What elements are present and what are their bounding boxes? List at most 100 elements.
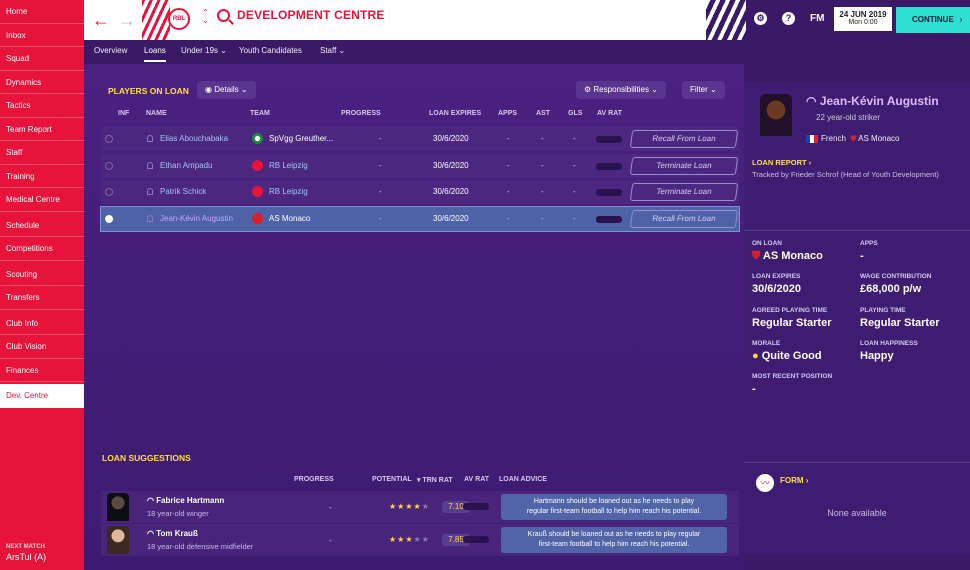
on-loan-value[interactable]: ⛊ AS Monaco [752, 250, 823, 263]
player-name[interactable]: ◠ Tom Krauß [147, 529, 198, 538]
world-icon[interactable]: ⚙ [754, 12, 767, 25]
table-row[interactable]: Elias Abouchabaka SpVgg Greuther... - 30/6/… [101, 127, 739, 151]
loan-action-button[interactable]: Recall From Loan [629, 209, 739, 228]
sidebar-item-transfers[interactable]: Transfers [0, 286, 84, 310]
tab-youth-candidates[interactable]: Youth Candidates [239, 46, 302, 55]
row-select-radio[interactable] [105, 214, 113, 223]
sug-col-av-rat[interactable]: AV RAT [464, 476, 489, 483]
page-title: DEVELOPMENT CENTRE [237, 8, 385, 22]
avatar[interactable] [107, 493, 129, 521]
tab-staff[interactable]: Staff ⌄ [320, 46, 345, 55]
tab-under-19s[interactable]: Under 19s ⌄ [181, 46, 227, 55]
loan-action-button[interactable]: Terminate Loan [629, 156, 739, 175]
col-loan-expires[interactable]: LOAN EXPIRES [429, 110, 481, 117]
team-name[interactable]: RB Leipzig [269, 161, 308, 170]
sug-col-progress[interactable]: PROGRESS [294, 476, 334, 483]
morale-icon: ● [752, 350, 759, 362]
sug-col-trn-rat[interactable]: ▾ TRN RAT [417, 476, 453, 484]
form-link[interactable]: FORM › [780, 476, 808, 485]
team-name[interactable]: SpVgg Greuther... [269, 134, 333, 143]
col-team[interactable]: TEAM [250, 110, 270, 117]
suggestion-row[interactable]: ◠ Fabrice Hartmann 18 year-old winger - ★★★… [101, 491, 739, 523]
sidebar-item-schedule[interactable]: Schedule [0, 214, 84, 237]
on-loan-field: ON LOAN ⛊ AS Monaco [752, 240, 823, 263]
row-select-radio[interactable] [105, 161, 113, 170]
player-name[interactable]: ◠ Jean-Kévin Augustin [806, 94, 939, 108]
player-name[interactable]: Patrik Schick [160, 187, 206, 196]
sug-col-potential[interactable]: POTENTIAL [372, 476, 412, 483]
table-row[interactable]: Ethan Ampadu RB Leipzig - 30/6/2020 - - - Termi… [101, 153, 739, 178]
back-arrow-icon[interactable]: ← [92, 10, 110, 31]
sidebar-item-dynamics[interactable]: Dynamics [0, 71, 84, 94]
ast-value: - [541, 187, 544, 196]
morale-label: MORALE [752, 340, 781, 347]
sidebar-item-training[interactable]: Training [0, 165, 84, 188]
club-logo[interactable]: RBL [168, 8, 190, 30]
club-badge-icon [252, 212, 263, 224]
sidebar-item-tactics[interactable]: Tactics [0, 94, 84, 118]
col-progress[interactable]: PROGRESS [341, 110, 381, 117]
star-icon: ★ [413, 535, 422, 544]
next-match[interactable]: NEXT MATCH ArsTul (A) [6, 544, 46, 562]
help-icon[interactable]: ? [782, 12, 795, 25]
search-icon[interactable] [217, 9, 230, 22]
fm-logo[interactable]: FM [810, 13, 824, 24]
forward-arrow-icon[interactable]: → [118, 10, 136, 31]
sidebar-item-medical-centre[interactable]: Medical Centre [0, 188, 84, 212]
continue-button[interactable]: CONTINUE [896, 7, 970, 33]
col-gls[interactable]: GLS [568, 110, 582, 117]
col-ast[interactable]: AST [536, 110, 550, 117]
sidebar-item-inbox[interactable]: Inbox [0, 24, 84, 47]
progress-value: - [379, 134, 382, 143]
club-switch-icon[interactable]: ⌃ ⌄ [202, 9, 209, 25]
sidebar-item-competitions[interactable]: Competitions [0, 237, 84, 261]
avatar[interactable] [107, 526, 129, 554]
col-apps[interactable]: APPS [498, 110, 517, 117]
sidebar-item-team-report[interactable]: Team Report [0, 118, 84, 141]
playing-label: PLAYING TIME [860, 307, 906, 314]
suggestion-row[interactable]: ◠ Tom Krauß 18 year-old defensive midfiel… [101, 524, 739, 556]
sidebar-item-dev-centre[interactable]: Dev. Centre [0, 384, 84, 408]
next-match-label: NEXT MATCH [6, 544, 45, 550]
club-text[interactable]: AS Monaco [858, 134, 899, 143]
col-name[interactable]: NAME [146, 110, 167, 117]
loan-report-link[interactable]: LOAN REPORT › [752, 158, 811, 167]
team-name[interactable]: RB Leipzig [269, 187, 308, 196]
potential-stars: ★★★★★ [389, 535, 430, 544]
player-name[interactable]: Jean-Kévin Augustin [160, 214, 233, 223]
sidebar-item-staff[interactable]: Staff [0, 141, 84, 165]
tab-overview[interactable]: Overview [94, 46, 127, 55]
details-dropdown[interactable]: ◉ Details ⌄ [197, 81, 256, 99]
sidebar-item-scouting[interactable]: Scouting [0, 263, 84, 286]
col-av-rat[interactable]: AV RAT [597, 110, 622, 117]
tab-loans[interactable]: Loans [144, 46, 166, 62]
sidebar-item-home[interactable]: Home [0, 0, 84, 24]
sidebar-item-finances[interactable]: Finances [0, 359, 84, 382]
av-rat-bar [596, 162, 622, 170]
sidebar-item-club-vision[interactable]: Club Vision [0, 335, 84, 359]
table-row[interactable]: Patrik Schick RB Leipzig - 30/6/2020 - - - Term… [101, 180, 739, 204]
loan-action-button[interactable]: Recall From Loan [629, 130, 739, 148]
player-name[interactable]: Elias Abouchabaka [160, 134, 228, 143]
responsibilities-dropdown[interactable]: ⚙ Responsibilities ⌄ [576, 81, 666, 99]
club-badge-icon [252, 159, 263, 171]
details-label: Details [214, 85, 239, 94]
player-name[interactable]: ◠ Fabrice Hartmann [147, 496, 224, 505]
morale-value[interactable]: ● Quite Good [752, 350, 822, 362]
row-select-radio[interactable] [105, 188, 113, 196]
player-photo[interactable] [760, 94, 792, 136]
sidebar-item-club-info[interactable]: Club Info [0, 312, 84, 335]
sug-col-loan-advice[interactable]: LOAN ADVICE [499, 476, 547, 483]
progress-value: - [379, 187, 382, 196]
team-name[interactable]: AS Monaco [269, 214, 310, 223]
player-name[interactable]: Ethan Ampadu [160, 161, 212, 170]
row-select-radio[interactable] [105, 135, 113, 143]
date-display[interactable]: 24 JUN 2019 Mon 0:00 [834, 7, 892, 31]
loan-action-button[interactable]: Terminate Loan [629, 183, 739, 201]
table-row[interactable]: Jean-Kévin Augustin AS Monaco - 30/6/2020 - -… [100, 205, 740, 232]
col-inf[interactable]: INF [118, 110, 129, 117]
sidebar-item-squad[interactable]: Squad [0, 47, 84, 71]
player-age: 22 year-old striker [816, 113, 881, 122]
filter-dropdown[interactable]: Filter ⌄ [682, 81, 725, 99]
club-badge-icon [252, 133, 263, 144]
